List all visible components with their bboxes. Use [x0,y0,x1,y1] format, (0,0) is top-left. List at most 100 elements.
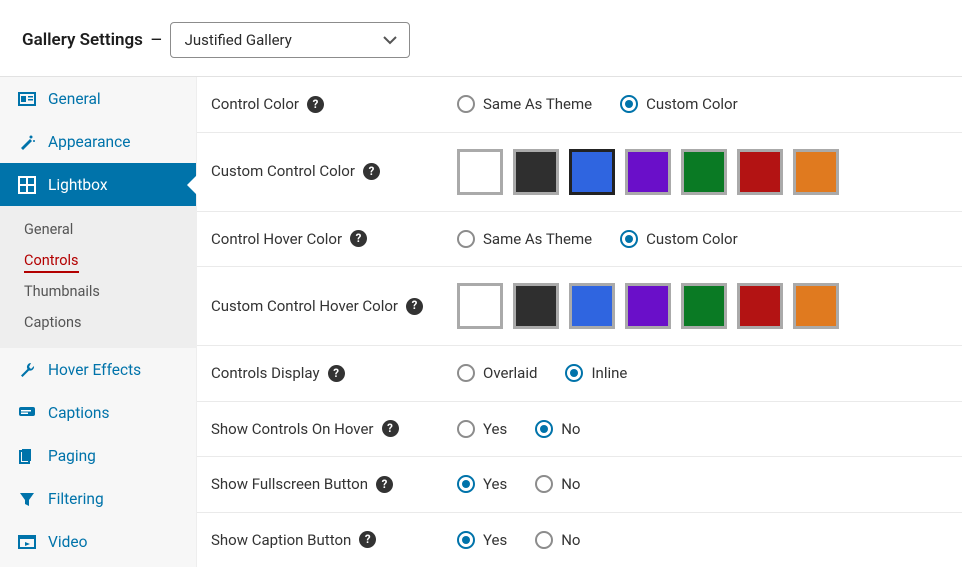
help-icon[interactable]: ? [406,298,423,315]
field-label: Custom Control Hover Color [211,295,398,318]
subnav-item-general[interactable]: General [0,214,196,245]
chevron-down-icon [383,35,397,45]
field-label: Show Controls On Hover [211,418,374,441]
color-swatch[interactable] [793,149,839,195]
radio-yes[interactable]: Yes [457,420,507,438]
chat-icon [18,404,36,422]
title-sep: — [151,32,162,48]
field-label: Custom Control Color [211,160,355,183]
color-swatch[interactable] [457,149,503,195]
radio-icon [535,531,553,549]
row-custom-control-hover-color: Custom Control Hover Color ? [197,267,962,346]
row-show-fullscreen-button: Show Fullscreen Button ? Yes No [197,457,962,513]
radio-no[interactable]: No [535,420,580,438]
magic-wand-icon [18,133,36,151]
radio-inline[interactable]: Inline [565,364,627,382]
color-swatch[interactable] [513,149,559,195]
help-icon[interactable]: ? [363,163,380,180]
radio-custom-color[interactable]: Custom Color [620,95,738,113]
pages-icon [18,447,36,465]
radio-yes[interactable]: Yes [457,475,507,493]
help-icon[interactable]: ? [328,365,345,382]
gallery-type-value: Justified Gallery [185,31,292,49]
radio-icon [457,95,475,113]
color-swatches [457,149,839,195]
help-icon[interactable]: ? [376,476,393,493]
radio-yes[interactable]: Yes [457,531,507,549]
radio-same-as-theme[interactable]: Same As Theme [457,230,592,248]
subnav-item-captions[interactable]: Captions [0,307,196,338]
radio-icon [457,420,475,438]
id-card-icon [18,90,36,108]
help-icon[interactable]: ? [382,420,399,437]
sidebar-item-video[interactable]: Video [0,520,196,563]
sidebar-item-hover-effects[interactable]: Hover Effects [0,348,196,391]
page-title: Gallery Settings [22,30,143,50]
radio-icon [457,364,475,382]
sidebar-item-lightbox[interactable]: Lightbox [0,163,196,206]
radio-same-as-theme[interactable]: Same As Theme [457,95,592,113]
color-swatch[interactable] [625,283,671,329]
video-icon [18,533,36,551]
color-swatch[interactable] [569,283,615,329]
grid-icon [18,176,36,194]
row-show-caption-button: Show Caption Button ? Yes No [197,513,962,567]
sidebar-item-label: Lightbox [48,176,108,194]
radio-icon [535,420,553,438]
color-swatch[interactable] [793,283,839,329]
color-swatch[interactable] [681,149,727,195]
radio-icon [620,95,638,113]
radio-icon [535,475,553,493]
sidebar-item-appearance[interactable]: Appearance [0,120,196,163]
radio-no[interactable]: No [535,531,580,549]
color-swatch[interactable] [513,283,559,329]
field-label: Show Caption Button [211,529,351,552]
radio-overlaid[interactable]: Overlaid [457,364,537,382]
settings-content: Control Color ? Same As Theme Custom Col… [197,77,962,567]
row-custom-control-color: Custom Control Color ? [197,133,962,212]
sidebar-item-label: Filtering [48,490,104,508]
field-label: Control Color [211,93,299,116]
sidebar-item-filtering[interactable]: Filtering [0,477,196,520]
color-swatch[interactable] [625,149,671,195]
radio-icon [457,475,475,493]
sidebar-item-label: Hover Effects [48,361,141,379]
field-label: Show Fullscreen Button [211,473,368,496]
radio-icon [457,531,475,549]
subnav-item-thumbnails[interactable]: Thumbnails [0,276,196,307]
settings-sidebar: General Appearance Lightbox General Cont… [0,77,197,567]
help-icon[interactable]: ? [359,531,376,548]
lightbox-subnav: General Controls Thumbnails Captions [0,206,196,348]
wrench-icon [18,361,36,379]
color-swatch[interactable] [569,149,615,195]
field-label: Controls Display [211,362,320,385]
sidebar-item-label: Appearance [48,133,130,151]
row-controls-display: Controls Display ? Overlaid Inline [197,346,962,402]
sidebar-item-captions[interactable]: Captions [0,391,196,434]
subnav-item-controls[interactable]: Controls [0,245,196,276]
color-swatch[interactable] [737,283,783,329]
radio-no[interactable]: No [535,475,580,493]
radio-icon [457,230,475,248]
sidebar-item-label: Video [48,533,87,551]
radio-icon [565,364,583,382]
help-icon[interactable]: ? [350,230,367,247]
filter-icon [18,490,36,508]
sidebar-item-paging[interactable]: Paging [0,434,196,477]
color-swatch[interactable] [737,149,783,195]
row-control-color: Control Color ? Same As Theme Custom Col… [197,77,962,133]
color-swatches [457,283,839,329]
row-control-hover-color: Control Hover Color ? Same As Theme Cust… [197,212,962,268]
sidebar-item-label: Paging [48,447,96,465]
settings-header: Gallery Settings — Justified Gallery [0,0,962,77]
sidebar-item-label: Captions [48,404,109,422]
sidebar-item-general[interactable]: General [0,77,196,120]
help-icon[interactable]: ? [307,96,324,113]
color-swatch[interactable] [457,283,503,329]
row-show-controls-on-hover: Show Controls On Hover ? Yes No [197,402,962,458]
sidebar-item-label: General [48,90,101,108]
field-label: Control Hover Color [211,228,342,251]
color-swatch[interactable] [681,283,727,329]
radio-custom-color[interactable]: Custom Color [620,230,738,248]
gallery-type-select[interactable]: Justified Gallery [170,22,410,58]
